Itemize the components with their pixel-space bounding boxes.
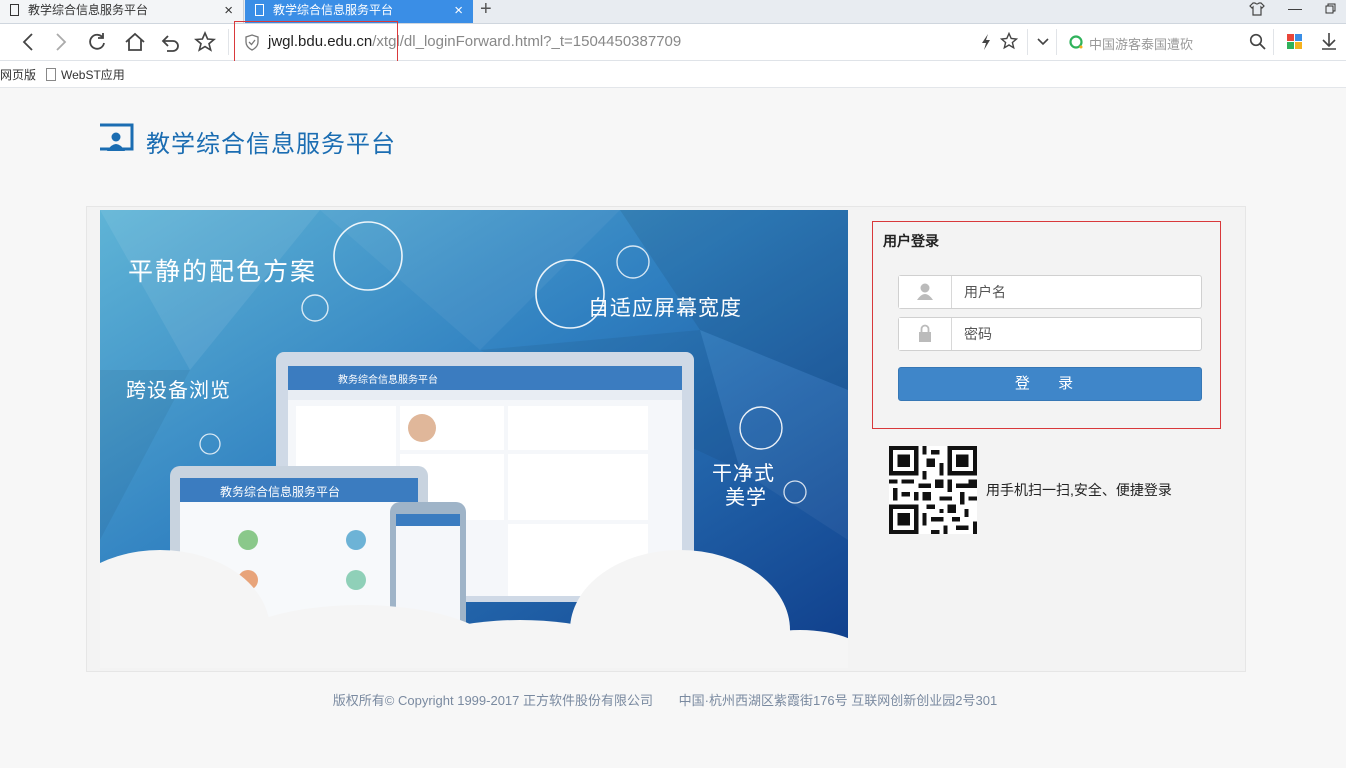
home-icon[interactable] [124,31,146,52]
banner-line: 自适应屏幕宽度 [588,296,742,320]
browser-tab[interactable]: 教学综合信息服务平台 × [0,0,244,23]
page-icon [46,68,56,81]
close-tab-icon[interactable]: × [224,0,233,21]
mock-screen-title: 教务综合信息服务平台 [220,485,341,499]
password-field[interactable] [898,317,1202,351]
user-icon [899,276,952,308]
page-title: 教学综合信息服务平台 [146,131,396,158]
search-engine-logo-icon [1069,35,1083,49]
browser-tab-active[interactable]: 教学综合信息服务平台 × [245,0,473,23]
skin-shirt-icon[interactable] [1249,1,1265,17]
promo-banner: 平静的配色方案 自适应屏幕宽度 跨设备浏览 干净式 美学 教务综合信息服务平台 … [100,210,848,668]
banner-line: 平静的配色方案 [128,257,318,286]
login-title: 用户登录 [883,233,939,249]
download-icon[interactable] [1320,32,1338,51]
forward-arrow-icon[interactable] [52,32,70,52]
username-input[interactable] [952,276,1197,308]
close-tab-icon[interactable]: × [454,0,463,21]
mock-screen-title: 教务综合信息服务平台 [338,375,438,386]
tab-title: 教学综合信息服务平台 [28,3,149,17]
undo-icon[interactable] [160,32,180,52]
platform-logo-icon [100,123,134,151]
password-input[interactable] [952,318,1197,350]
bookmark-item[interactable]: WebST应用 [46,66,125,83]
bookmark-star-icon[interactable] [1000,32,1018,50]
new-tab-plus-icon[interactable]: + [480,0,492,21]
bookmarks-bar [0,61,1346,88]
banner-line: 美学 [725,485,767,509]
qr-code-icon [889,446,977,534]
page-icon [255,4,264,16]
search-icon[interactable] [1249,33,1266,50]
minimize-icon[interactable]: — [1288,0,1302,16]
favorite-star-icon[interactable] [194,31,216,52]
url-path: /xtgl/dl_loginForward.html?_t=1504450387… [372,33,682,50]
chevron-down-icon[interactable] [1036,36,1050,48]
tab-title: 教学综合信息服务平台 [273,3,394,17]
lock-icon [899,318,952,350]
bookmark-label: WebST应用 [61,68,125,82]
restore-window-icon[interactable] [1325,3,1337,15]
bookmark-item[interactable]: 网页版 [0,66,36,83]
qr-login-hint: 用手机扫一扫,安全、便捷登录 [986,482,1172,498]
app-grid-icon[interactable] [1286,33,1303,50]
footer-copyright: 版权所有© Copyright 1999-2017 正方软件股份有限公司 [332,693,654,708]
page-icon [10,4,19,16]
search-input[interactable]: 中国游客泰国遭砍 [1089,34,1193,53]
back-arrow-icon[interactable] [20,32,38,52]
footer-address: 中国·杭州西湖区紫霞街176号 互联网创新创业园2号301 [678,693,998,708]
banner-line: 跨设备浏览 [126,378,231,402]
footer: 版权所有© Copyright 1999-2017 正方软件股份有限公司 中国·… [0,690,1330,709]
refresh-icon[interactable] [87,32,107,52]
login-button[interactable]: 登 录 [898,367,1202,401]
lightning-icon[interactable] [979,33,993,51]
username-field[interactable] [898,275,1202,309]
